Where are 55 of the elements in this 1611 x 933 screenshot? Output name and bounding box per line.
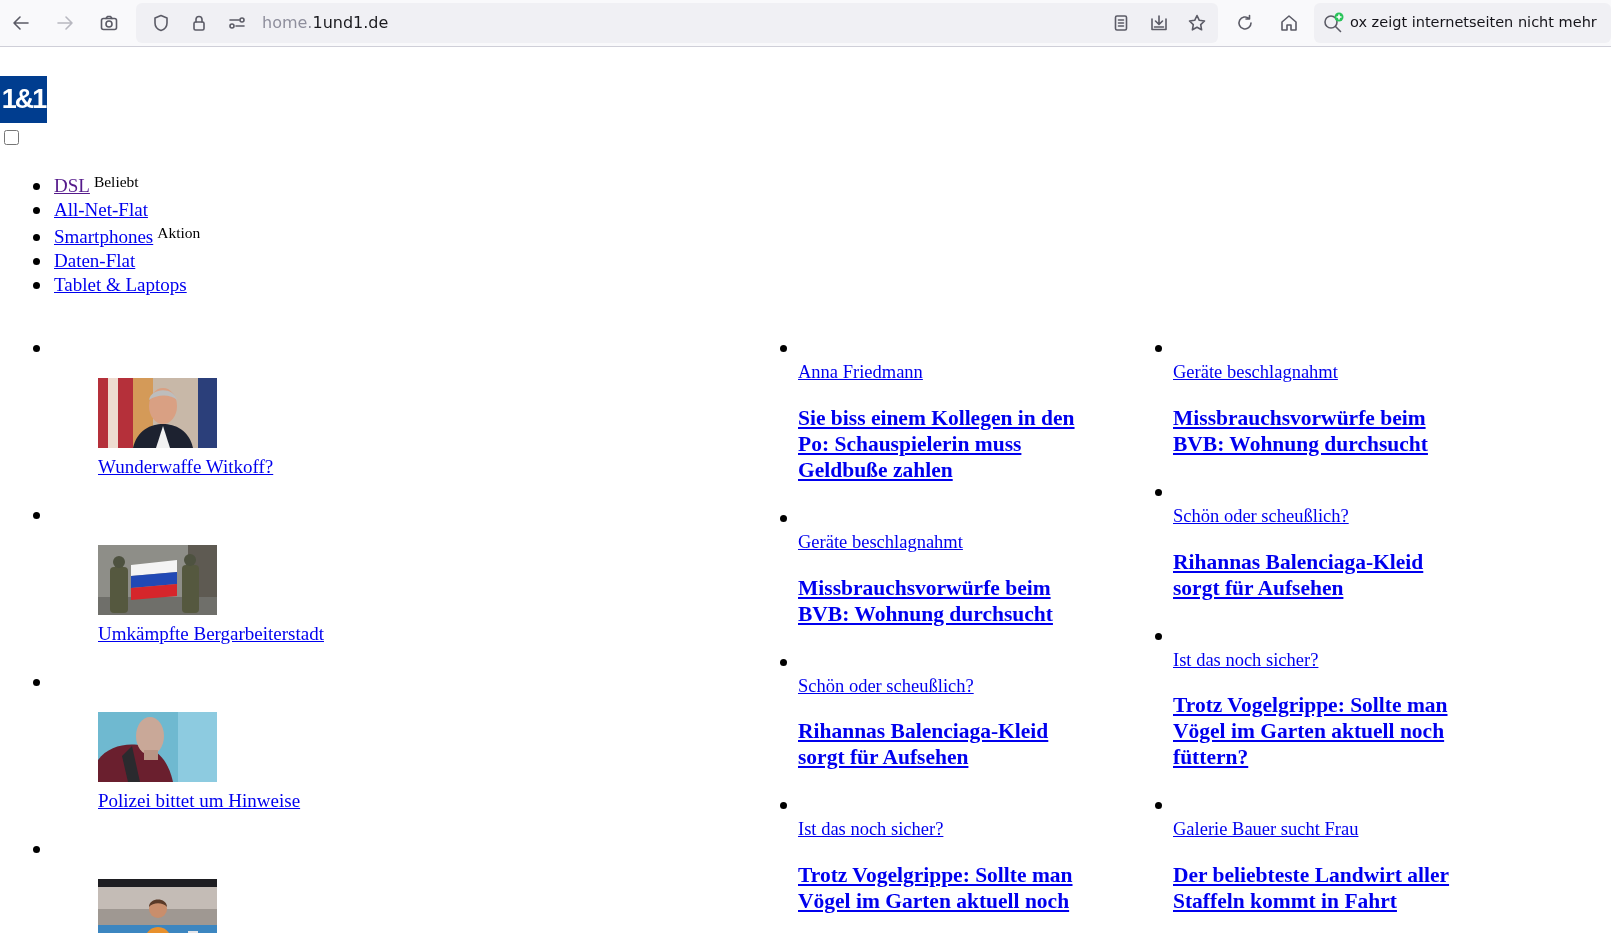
- teaser-link[interactable]: Umkämpfte Bergarbeiterstadt: [98, 620, 324, 649]
- headline-link[interactable]: Missbrauchsvorwürfe beim BVB: Wohnung durchsucht: [798, 574, 1100, 627]
- address-field[interactable]: home.1und1.de: [262, 11, 389, 35]
- bullet-icon: [780, 345, 787, 352]
- nav-link[interactable]: Daten-Flat: [54, 249, 136, 273]
- search-icon: [1322, 12, 1346, 34]
- kicker-link[interactable]: Geräte beschlagnahmt: [1173, 359, 1338, 387]
- logo[interactable]: 1&1: [0, 76, 47, 123]
- bullet-icon: [33, 257, 40, 265]
- forward-arrow-icon: [55, 13, 75, 33]
- bullet-icon: [33, 182, 40, 190]
- kicker-link[interactable]: Geräte beschlagnahmt: [798, 528, 963, 557]
- reload-icon: [1235, 13, 1255, 33]
- back-arrow-icon: [11, 13, 31, 33]
- bullet-icon: [780, 514, 787, 522]
- bullet-icon: [33, 233, 40, 241]
- nav-link[interactable]: Smartphones: [54, 225, 154, 249]
- kicker-link[interactable]: Galerie Bauer sucht Frau: [1173, 816, 1359, 844]
- bullet-icon: [33, 281, 40, 289]
- headline-link[interactable]: Trotz Vogelgrippe: Sollte man Vögel im Garten aktuell noch: [798, 862, 1100, 914]
- bullet-icon: [1155, 345, 1162, 352]
- home-icon: [1279, 13, 1299, 33]
- headline-link[interactable]: Trotz Vogelgrippe: Sollte man Vögel im Garten aktuell noch füttern?: [1173, 692, 1473, 771]
- headline-link[interactable]: Rihannas Balenciaga-Kleid sorgt für Aufsehen: [1173, 548, 1473, 601]
- headline-link[interactable]: Missbrauchsvorwürfe beim BVB: Wohnung durchsucht: [1173, 404, 1473, 457]
- headline-link[interactable]: Sie biss einem Kollegen in den Po: Schauspielerin muss Geldbuße zahlen: [798, 404, 1100, 483]
- camera-icon: [99, 13, 119, 33]
- menu-checkbox[interactable]: [4, 130, 19, 145]
- bullet-icon: [780, 802, 787, 810]
- bullet-icon: [33, 345, 40, 352]
- bullet-icon: [1155, 488, 1162, 496]
- kicker-link[interactable]: Ist das noch sicher?: [1173, 646, 1319, 675]
- bullet-icon: [1155, 632, 1162, 640]
- bullet-icon: [33, 679, 40, 686]
- kicker-link[interactable]: Anna Friedmann: [798, 359, 923, 387]
- kicker-link[interactable]: Schön oder scheußlich?: [1173, 502, 1349, 531]
- bullet-icon: [33, 206, 40, 214]
- kicker-link[interactable]: Schön oder scheußlich?: [798, 672, 974, 701]
- teaser-link[interactable]: Polizei bittet um Hinweise: [98, 787, 301, 816]
- kicker-link[interactable]: Ist das noch sicher?: [798, 816, 944, 844]
- nav-link[interactable]: Tablet & Laptops: [54, 273, 187, 297]
- headline-link[interactable]: Rihannas Balenciaga-Kleid sorgt für Aufsehen: [798, 718, 1100, 771]
- bullet-icon: [780, 658, 787, 666]
- bullet-icon: [33, 846, 40, 853]
- nav-link[interactable]: All-Net-Flat: [54, 198, 148, 222]
- nav-link[interactable]: DSL: [54, 174, 90, 198]
- shield-icon: [151, 13, 171, 33]
- bullet-icon: [1155, 802, 1162, 810]
- nav-tag: Beliebt: [93, 174, 139, 190]
- nav-tag: Aktion: [157, 225, 201, 241]
- teaser-link[interactable]: Wunderwaffe Witkoff?: [98, 453, 274, 482]
- download-icon: [1149, 13, 1169, 33]
- bullet-icon: [33, 512, 40, 519]
- star-icon: [1187, 13, 1207, 33]
- headline-link[interactable]: Der beliebteste Landwirt aller Staffeln kommt in Fahrt: [1173, 862, 1473, 914]
